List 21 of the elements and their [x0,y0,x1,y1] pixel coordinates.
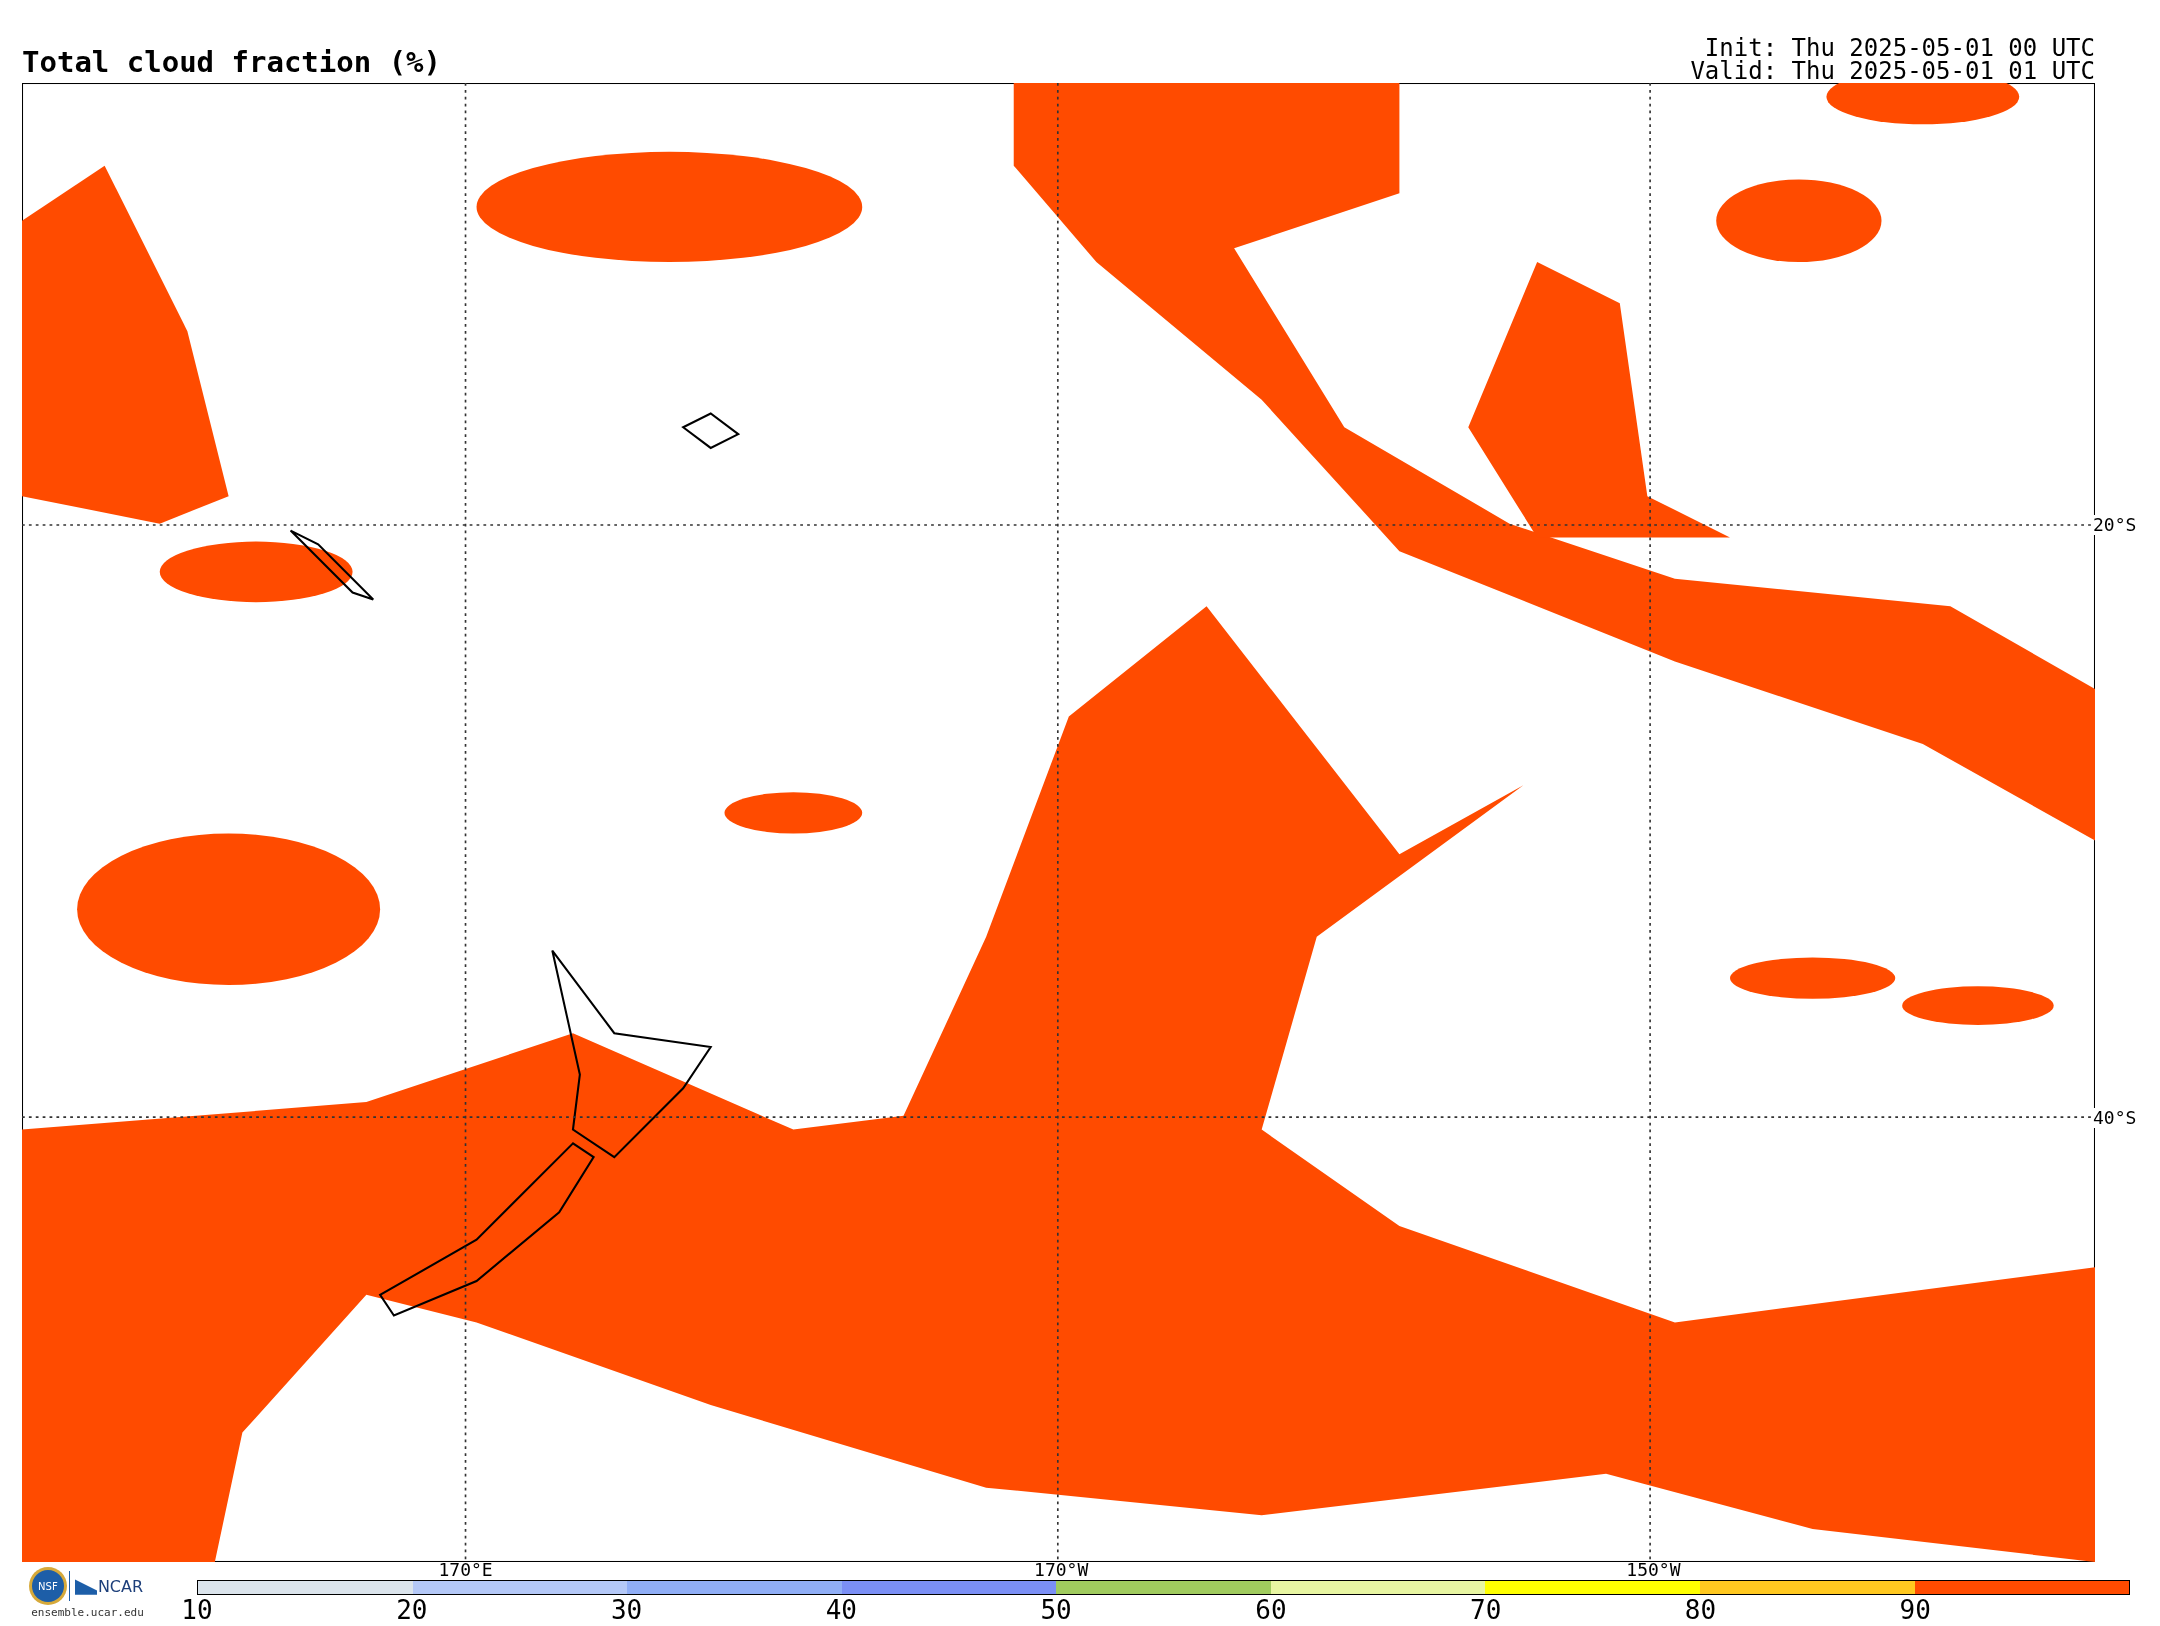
colorbar-tick-label: 90 [1899,1595,1931,1625]
latitude-label: 40°S [2093,1108,2137,1129]
longitude-label: 170°W [1034,1560,1089,1580]
ncar-logo: NCAR [97,1576,144,1596]
chart-title: Total cloud fraction (%) [22,45,442,79]
init-time: Init: Thu 2025-05-01 00 UTC [1704,37,2095,60]
ncar-logo-icon [74,1577,97,1595]
colorbar-tick-label: 10 [181,1595,213,1625]
colorbar-tick-label: 30 [610,1595,643,1625]
colorbar-tick-label: 60 [1255,1595,1287,1625]
colorbar-tick-label: 50 [1040,1595,1072,1625]
latitude-label: 20°S [2093,515,2137,536]
website-url: ensemble.ucar.edu [31,1606,144,1619]
colorbar-tick-label: 70 [1470,1595,1502,1625]
longitude-label: 150°W [1626,1560,1681,1580]
longitude-label: 170°E [438,1560,493,1580]
colorbar-tick-label: 80 [1684,1595,1717,1625]
valid-time: Valid: Thu 2025-05-01 01 UTC [1690,60,2095,83]
colorbar-tick-label: 40 [825,1595,857,1625]
colorbar-tick-label: 20 [396,1595,428,1625]
nsf-logo: NSF [31,1570,64,1602]
